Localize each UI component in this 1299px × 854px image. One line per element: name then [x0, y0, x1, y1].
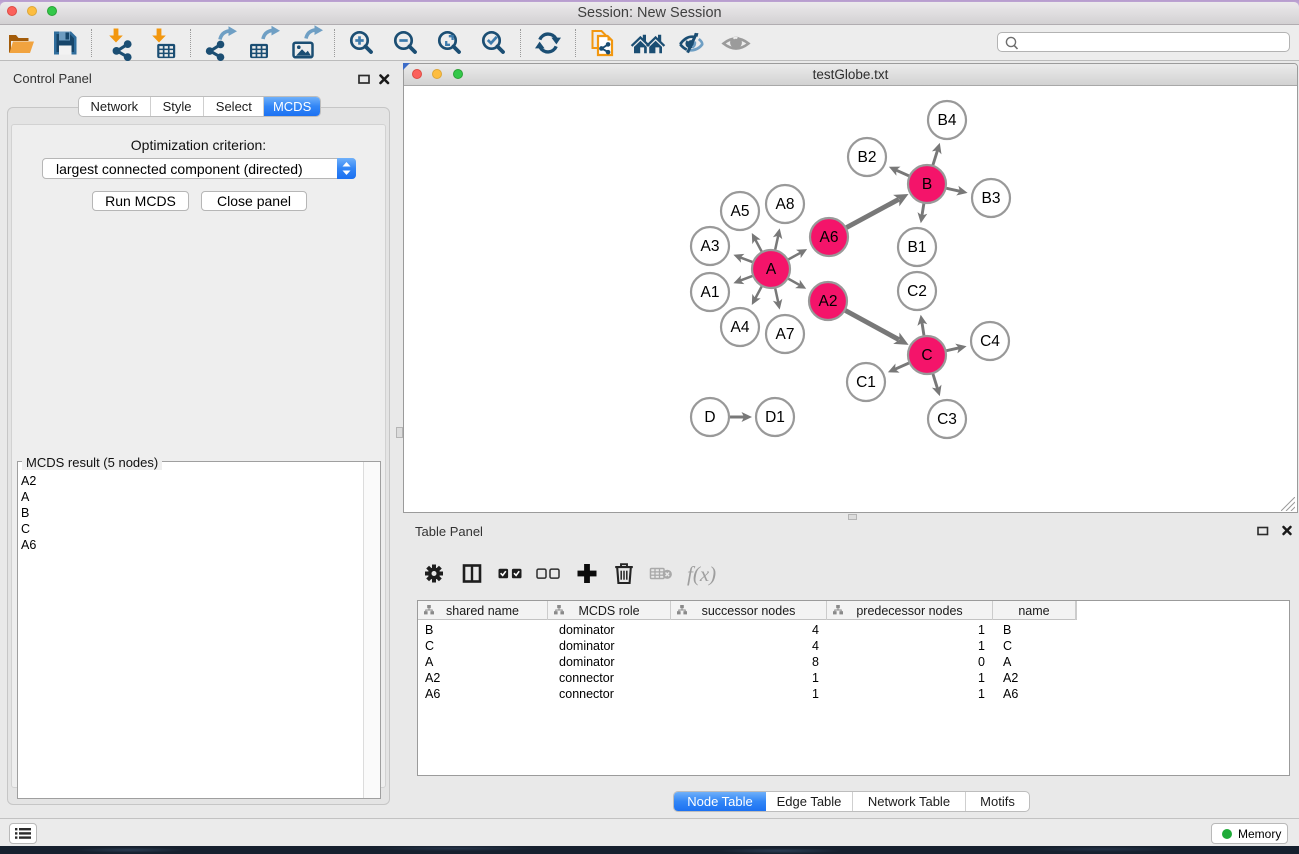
svg-text:B4: B4	[938, 112, 957, 129]
svg-text:D1: D1	[765, 409, 785, 426]
svg-text:A8: A8	[776, 196, 795, 213]
svg-text:A1: A1	[701, 284, 720, 301]
svg-text:A: A	[766, 261, 777, 278]
svg-text:B1: B1	[908, 239, 927, 256]
svg-text:C4: C4	[980, 333, 1000, 350]
svg-text:A7: A7	[776, 326, 795, 343]
svg-text:C3: C3	[937, 411, 957, 428]
svg-text:f(x): f(x)	[687, 562, 716, 586]
svg-text:B2: B2	[858, 149, 877, 166]
svg-text:B: B	[922, 176, 932, 193]
svg-text:C2: C2	[907, 283, 927, 300]
svg-text:A6: A6	[820, 229, 839, 246]
svg-text:B3: B3	[982, 190, 1001, 207]
svg-text:A4: A4	[731, 319, 750, 336]
svg-text:A2: A2	[819, 293, 838, 310]
svg-text:D: D	[704, 409, 715, 426]
svg-text:C: C	[921, 347, 932, 364]
svg-text:C1: C1	[856, 374, 876, 391]
svg-text:A3: A3	[701, 238, 720, 255]
svg-text:A5: A5	[731, 203, 750, 220]
